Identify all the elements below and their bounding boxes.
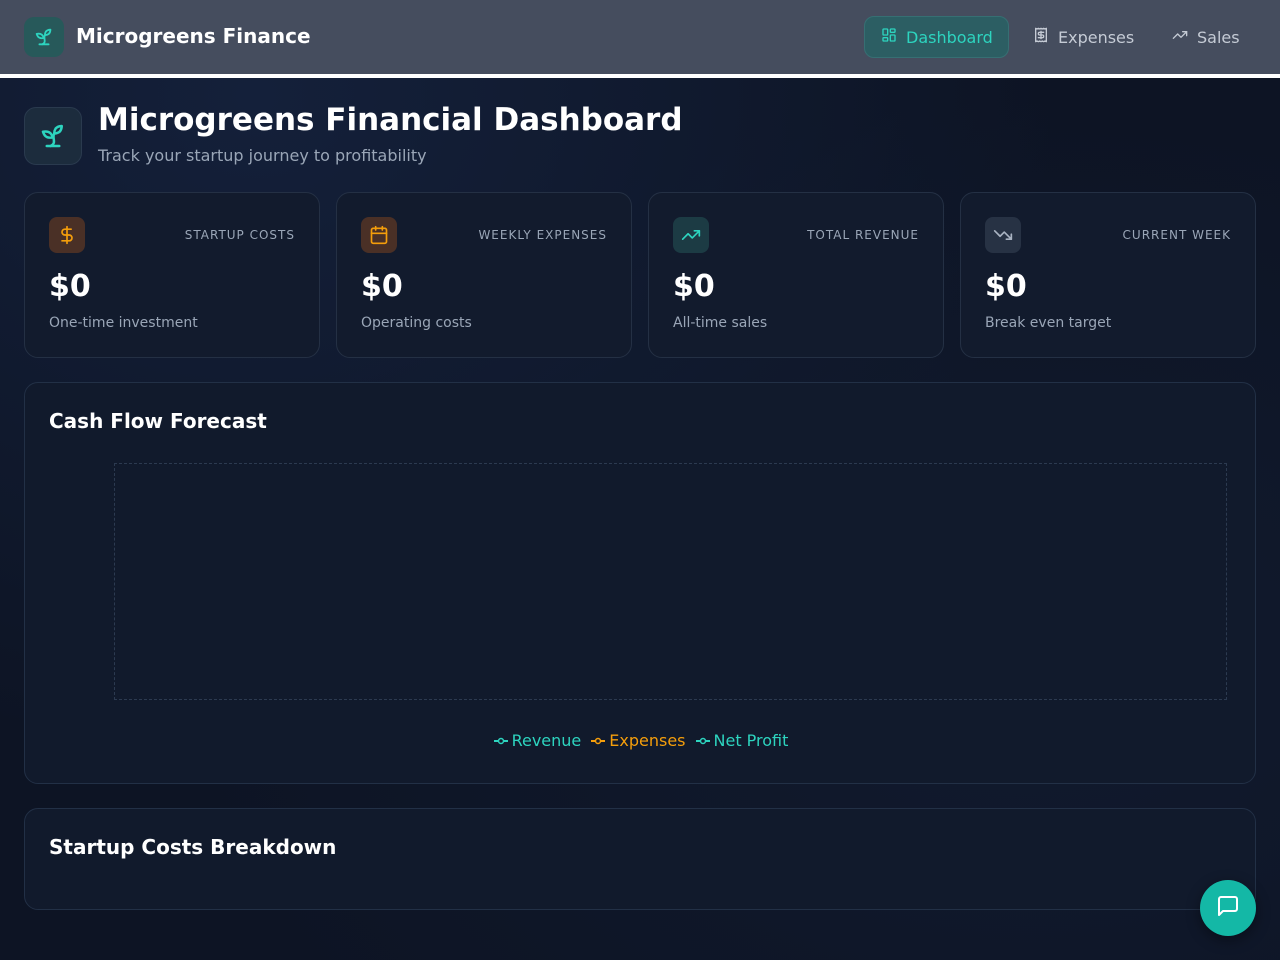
- nav-sales-tab[interactable]: Sales: [1156, 16, 1256, 58]
- weekly-expenses-card: WEEKLY EXPENSES $0 Operating costs: [336, 192, 632, 358]
- chart-legend: Revenue Expenses Net Profit: [25, 731, 1257, 750]
- legend-label: Net Profit: [713, 731, 789, 750]
- receipt-icon: [1033, 27, 1049, 47]
- current-week-card: CURRENT WEEK $0 Break even target: [960, 192, 1256, 358]
- card-value: $0: [985, 269, 1027, 304]
- trending-down-icon: [985, 217, 1021, 253]
- legend-marker-icon: [493, 737, 508, 744]
- card-label: WEEKLY EXPENSES: [478, 228, 607, 242]
- legend-expenses[interactable]: Expenses: [591, 731, 686, 750]
- page-title: Microgreens Financial Dashboard: [98, 102, 683, 138]
- dollar-icon: [49, 217, 85, 253]
- legend-net-profit[interactable]: Net Profit: [695, 731, 789, 750]
- card-label: STARTUP COSTS: [184, 228, 295, 242]
- chat-icon: [1216, 894, 1240, 922]
- trending-up-icon: [1172, 27, 1188, 47]
- total-revenue-card: TOTAL REVENUE $0 All-time sales: [648, 192, 944, 358]
- nav-expenses-label: Expenses: [1058, 27, 1135, 47]
- legend-label: Expenses: [609, 731, 686, 750]
- card-value: $0: [673, 269, 715, 304]
- legend-revenue[interactable]: Revenue: [493, 731, 582, 750]
- card-description: All-time sales: [673, 315, 768, 331]
- breakdown-title: Startup Costs Breakdown: [49, 835, 337, 859]
- dashboard-grid-icon: [881, 27, 897, 47]
- sprout-logo-icon[interactable]: [24, 17, 64, 57]
- nav-expenses-tab[interactable]: Expenses: [1017, 16, 1152, 58]
- nav-dashboard-label: Dashboard: [906, 27, 993, 47]
- legend-label: Revenue: [511, 731, 582, 750]
- page-subtitle: Track your startup journey to profitabil…: [98, 146, 427, 165]
- card-value: $0: [361, 269, 403, 304]
- nav-dashboard-tab[interactable]: Dashboard: [864, 16, 1009, 58]
- calendar-icon: [361, 217, 397, 253]
- card-value: $0: [49, 269, 91, 304]
- sprout-icon: [24, 107, 82, 165]
- chart-plot-area: [114, 463, 1227, 700]
- cash-flow-panel: Cash Flow Forecast Revenue Expenses Net …: [24, 382, 1256, 784]
- legend-marker-icon: [695, 737, 710, 744]
- card-description: Operating costs: [361, 315, 472, 331]
- top-navbar: Microgreens Finance Dashboard Expenses S…: [0, 0, 1280, 78]
- startup-costs-breakdown-panel: Startup Costs Breakdown: [24, 808, 1256, 910]
- chat-button[interactable]: [1200, 880, 1256, 936]
- cash-flow-title: Cash Flow Forecast: [49, 409, 267, 433]
- app-title[interactable]: Microgreens Finance: [76, 24, 311, 48]
- card-label: CURRENT WEEK: [1122, 228, 1231, 242]
- card-description: Break even target: [985, 315, 1112, 331]
- card-description: One-time investment: [49, 315, 198, 331]
- startup-costs-card: STARTUP COSTS $0 One-time investment: [24, 192, 320, 358]
- legend-marker-icon: [591, 737, 606, 744]
- nav-sales-label: Sales: [1197, 27, 1240, 47]
- trending-up-icon: [673, 217, 709, 253]
- card-label: TOTAL REVENUE: [807, 228, 919, 242]
